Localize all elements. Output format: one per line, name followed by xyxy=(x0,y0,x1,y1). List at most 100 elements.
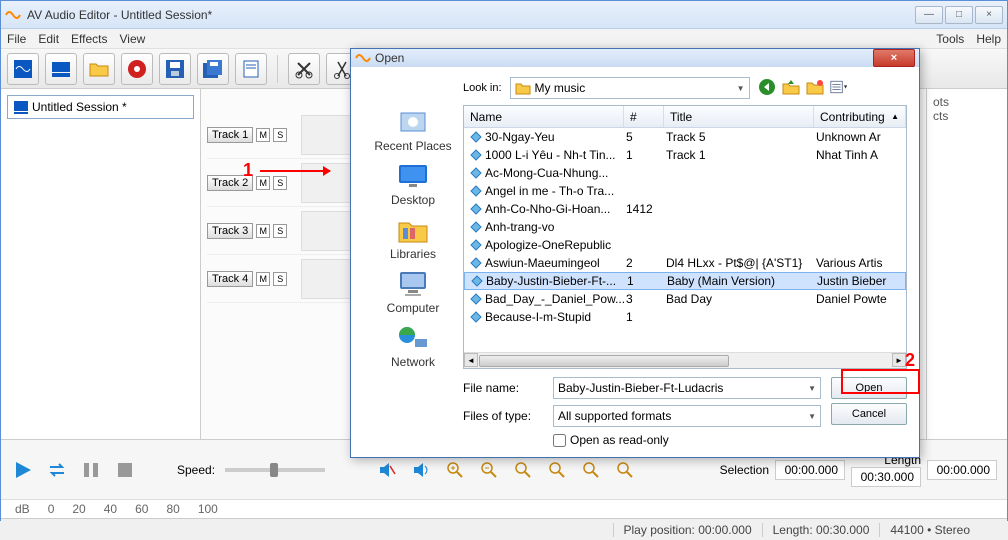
annotation-2: 2 xyxy=(905,350,915,371)
menu-tools[interactable]: Tools xyxy=(936,32,964,46)
filename-label: File name: xyxy=(463,381,543,395)
menu-effects[interactable]: Effects xyxy=(71,32,107,46)
file-row[interactable]: Anh-trang-vo xyxy=(464,218,906,236)
status-play-label: Play position: xyxy=(624,523,695,537)
scroll-thumb[interactable] xyxy=(479,355,729,367)
selection-length[interactable]: 00:30.000 xyxy=(851,467,921,487)
back-icon[interactable] xyxy=(758,78,776,99)
place-recent[interactable]: Recent Places xyxy=(374,107,451,153)
app-icon xyxy=(5,7,21,23)
mute-button[interactable]: M xyxy=(256,272,270,286)
zoom-out-icon[interactable] xyxy=(477,458,501,482)
open-dialog: Open × Look in: My music ▼ Recent Places… xyxy=(350,48,920,458)
selection-start[interactable]: 00:00.000 xyxy=(775,460,845,480)
folder-open-icon[interactable] xyxy=(83,53,115,85)
file-row[interactable]: Angel in me - Th-o Tra... xyxy=(464,182,906,200)
menu-edit[interactable]: Edit xyxy=(38,32,59,46)
waveform-icon[interactable] xyxy=(7,53,39,85)
save-all-icon[interactable] xyxy=(197,53,229,85)
solo-button[interactable]: S xyxy=(273,272,287,286)
solo-button[interactable]: S xyxy=(273,128,287,142)
chevron-down-icon: ▼ xyxy=(808,384,816,393)
session-tab[interactable]: Untitled Session * xyxy=(7,95,194,119)
minimize-button[interactable]: — xyxy=(915,6,943,24)
col-name[interactable]: Name xyxy=(464,106,624,127)
zoom-in-icon[interactable] xyxy=(443,458,467,482)
loop-icon[interactable] xyxy=(45,458,69,482)
session-tab-label: Untitled Session * xyxy=(32,100,127,114)
mute-button[interactable]: M xyxy=(256,176,270,190)
filetype-combo[interactable]: All supported formats▼ xyxy=(553,405,821,427)
cancel-button[interactable]: Cancel xyxy=(831,403,907,425)
pause-icon[interactable] xyxy=(79,458,103,482)
dialog-icon xyxy=(355,50,371,66)
titlebar: AV Audio Editor - Untitled Session* — □ … xyxy=(1,1,1007,29)
track-label[interactable]: Track 4 xyxy=(207,271,253,287)
save-icon[interactable] xyxy=(159,53,191,85)
filename-input[interactable]: Baby-Justin-Bieber-Ft-Ludacris▼ xyxy=(553,377,821,399)
selection-label: Selection xyxy=(720,463,769,477)
mute-button[interactable]: M xyxy=(256,128,270,142)
stop-icon[interactable] xyxy=(113,458,137,482)
zoom-sel-icon[interactable] xyxy=(511,458,535,482)
file-row[interactable]: Anh-Co-Nho-Gi-Hoan...1412 xyxy=(464,200,906,218)
menu-help[interactable]: Help xyxy=(976,32,1001,46)
notes-icon[interactable] xyxy=(235,53,267,85)
place-libraries[interactable]: Libraries xyxy=(390,215,436,261)
file-row[interactable]: 30-Ngay-Yeu5Track 5Unknown Ar xyxy=(464,128,906,146)
zoom-reset-icon[interactable] xyxy=(613,458,637,482)
col-contrib[interactable]: Contributing▲ xyxy=(814,106,906,127)
file-list: Name # Title Contributing▲ 30-Ngay-Yeu5T… xyxy=(463,105,907,369)
scroll-left-icon[interactable]: ◄ xyxy=(464,353,478,367)
mute-button[interactable]: M xyxy=(256,224,270,238)
session-icon[interactable] xyxy=(45,53,77,85)
file-row[interactable]: Ac-Mong-Cua-Nhung... xyxy=(464,164,906,182)
chevron-down-icon: ▼ xyxy=(808,412,816,421)
place-desktop[interactable]: Desktop xyxy=(391,161,435,207)
close-button[interactable]: × xyxy=(975,6,1003,24)
zoom-full-icon[interactable] xyxy=(545,458,569,482)
new-folder-icon[interactable] xyxy=(806,78,824,99)
speaker-mute-icon[interactable] xyxy=(375,458,399,482)
lookin-combo[interactable]: My music ▼ xyxy=(510,77,750,99)
menu-view[interactable]: View xyxy=(120,32,146,46)
right-cts: cts xyxy=(933,109,1001,123)
col-num[interactable]: # xyxy=(624,106,664,127)
track-label[interactable]: Track 1 xyxy=(207,127,253,143)
speed-slider[interactable] xyxy=(225,468,325,472)
solo-button[interactable]: S xyxy=(273,224,287,238)
selection-end[interactable]: 00:00.000 xyxy=(927,460,997,480)
scroll-right-icon[interactable]: ► xyxy=(892,353,906,367)
menubar: File Edit Effects View Tools Help xyxy=(1,29,1007,49)
hscrollbar[interactable]: ◄ ► xyxy=(464,352,906,368)
maximize-button[interactable]: □ xyxy=(945,6,973,24)
file-row[interactable]: Bad_Day_-_Daniel_Pow...3Bad DayDaniel Po… xyxy=(464,290,906,308)
zoom-vert-icon[interactable] xyxy=(579,458,603,482)
open-button[interactable]: Open xyxy=(831,377,907,399)
view-menu-icon[interactable] xyxy=(830,78,848,99)
cut-icon[interactable] xyxy=(288,53,320,85)
solo-button[interactable]: S xyxy=(273,176,287,190)
dialog-title: Open xyxy=(375,51,873,65)
speaker-icon[interactable] xyxy=(409,458,433,482)
col-title[interactable]: Title xyxy=(664,106,814,127)
file-row[interactable]: Because-I-m-Stupid1 xyxy=(464,308,906,326)
file-row[interactable]: Apologize-OneRepublic xyxy=(464,236,906,254)
file-row[interactable]: Aswiun-Maeumingeol2Dl4 HLxx - Pt$@| {A'S… xyxy=(464,254,906,272)
play-icon[interactable] xyxy=(11,458,35,482)
place-computer[interactable]: Computer xyxy=(387,269,440,315)
annotation-arrow xyxy=(260,170,330,172)
record-icon[interactable] xyxy=(121,53,153,85)
dialog-close-button[interactable]: × xyxy=(873,49,915,67)
menu-file[interactable]: File xyxy=(7,32,26,46)
file-row[interactable]: Baby-Justin-Bieber-Ft-...1Baby (Main Ver… xyxy=(464,272,906,290)
session-doc-icon xyxy=(14,100,28,114)
readonly-checkbox[interactable] xyxy=(553,434,566,447)
folder-icon xyxy=(515,81,531,95)
place-network[interactable]: Network xyxy=(391,323,435,369)
up-icon[interactable] xyxy=(782,78,800,99)
lookin-label: Look in: xyxy=(463,82,502,94)
file-row[interactable]: 1000 L-i Yêu - Nh-t Tin...1Track 1Nhat T… xyxy=(464,146,906,164)
annotation-1: 1 xyxy=(243,160,253,181)
track-label[interactable]: Track 3 xyxy=(207,223,253,239)
